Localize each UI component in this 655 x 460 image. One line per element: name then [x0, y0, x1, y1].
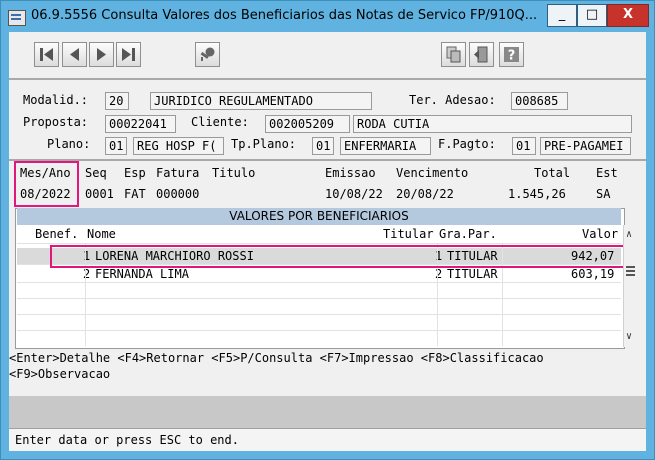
fatura-value: 000000 [156, 187, 200, 201]
valor-column-header[interactable]: Valor [582, 227, 618, 241]
f-pagto-label: F.Pagto: [438, 137, 496, 151]
divider [9, 78, 646, 80]
seq-header: Seq [85, 166, 107, 180]
emissao-value: 10/08/22 [325, 187, 383, 201]
application-window: 06.9.5556 Consulta Valores dos Beneficia… [0, 0, 655, 460]
grid-line [17, 330, 621, 331]
modalid-code-field[interactable]: 20 [105, 92, 129, 110]
total-header: Total [534, 166, 571, 180]
next-record-icon [97, 48, 106, 61]
message-area [9, 396, 646, 428]
previous-record-button[interactable] [62, 42, 87, 67]
function-keys-line-2: <F9>Observacao [9, 367, 111, 381]
svg-text:?: ? [508, 49, 516, 64]
first-record-icon [40, 48, 53, 61]
est-header: Est [596, 166, 618, 180]
exit-button[interactable] [469, 42, 494, 67]
emissao-header: Emissao [325, 166, 376, 180]
main-form: ? Modalid.: 20 JURIDICO REGULAMENTADO Te… [9, 32, 646, 451]
cliente-name-field[interactable]: RODA CUTIA [353, 115, 632, 133]
first-record-button[interactable] [34, 42, 59, 67]
plano-code-field[interactable]: 01 [105, 137, 127, 155]
benef-column-header[interactable]: Benef. [35, 227, 78, 241]
vencimento-value: 20/08/22 [396, 187, 454, 201]
titular-column-header[interactable]: Titular [383, 227, 434, 241]
cliente-label: Cliente: [191, 115, 249, 129]
grid-line [17, 243, 621, 244]
previous-record-icon [70, 48, 79, 61]
tp-plano-label: Tp.Plano: [231, 137, 297, 151]
scrollbar-thumb[interactable] [626, 263, 635, 279]
chevron-down-icon[interactable]: ∨ [626, 331, 632, 342]
selected-row-highlight [50, 245, 627, 268]
help-icon: ? [504, 47, 519, 64]
grid-line [17, 282, 621, 283]
window-title: 06.9.5556 Consulta Valores dos Beneficia… [31, 8, 538, 23]
title-bar[interactable]: 06.9.5556 Consulta Valores dos Beneficia… [1, 1, 654, 33]
tp-plano-code-field[interactable]: 01 [312, 137, 334, 155]
modalid-desc-field[interactable]: JURIDICO REGULAMENTADO [150, 92, 372, 110]
tp-plano-desc-field[interactable]: ENFERMARIA [340, 137, 431, 155]
grid-line [17, 314, 621, 315]
key-icon [200, 47, 215, 61]
grid-line [17, 298, 621, 299]
key-button[interactable] [195, 42, 220, 67]
modalid-label: Modalid.: [23, 93, 89, 107]
grid-title: VALORES POR BENEFICIARIOS [17, 208, 621, 225]
plano-desc-field[interactable]: REG HOSP F( [133, 137, 224, 155]
table-row[interactable]: 2 FERNANDA LIMA 2 TITULAR 603,19 [17, 266, 621, 282]
next-record-button[interactable] [89, 42, 114, 67]
divider [9, 159, 646, 161]
toolbar: ? [9, 32, 646, 78]
function-keys-line-1: <Enter>Detalhe <F4>Retornar <F5>P/Consul… [9, 351, 544, 365]
nome-cell: FERNANDA LIMA [95, 267, 189, 281]
plano-label: Plano: [47, 137, 91, 151]
ter-adesao-label: Ter. Adesao: [409, 93, 496, 107]
last-record-icon [122, 48, 135, 61]
seq-value: 0001 [85, 187, 114, 201]
esp-header: Esp [124, 166, 146, 180]
mes-ano-highlight [14, 161, 79, 207]
nome-column-header[interactable]: Nome [87, 227, 116, 241]
last-record-button[interactable] [116, 42, 141, 67]
titulo-header: Titulo [212, 166, 256, 180]
grau-column-header[interactable]: Gra.Par. [439, 227, 497, 241]
proposta-field[interactable]: 00022041 [105, 115, 176, 133]
copy-icon [446, 46, 461, 63]
fatura-header: Fatura [156, 166, 200, 180]
total-value: 1.545,26 [508, 187, 566, 201]
status-bar: Enter data or press ESC to end. [9, 428, 646, 451]
proposta-label: Proposta: [23, 115, 89, 129]
valor-cell: 603,19 [571, 267, 615, 281]
f-pagto-desc-field[interactable]: PRE-PAGAMEI [540, 137, 631, 155]
est-value: SA [596, 187, 611, 201]
ter-adesao-field[interactable]: 008685 [511, 92, 568, 110]
vencimento-header: Vencimento [396, 166, 469, 180]
exit-door-icon [474, 46, 488, 63]
grid-scrollbar[interactable]: ∧ ∨ [623, 225, 639, 347]
f-pagto-code-field[interactable]: 01 [512, 137, 536, 155]
minimize-button[interactable]: _ [547, 4, 577, 27]
esp-value: FAT [124, 187, 146, 201]
chevron-up-icon[interactable]: ∧ [626, 229, 632, 240]
cliente-code-field[interactable]: 002005209 [265, 115, 350, 133]
copy-button[interactable] [441, 42, 466, 67]
app-icon [8, 10, 26, 26]
grau-cell: TITULAR [447, 267, 498, 281]
help-button[interactable]: ? [499, 42, 524, 67]
close-button[interactable]: X [607, 4, 649, 27]
maximize-button[interactable]: □ [577, 4, 607, 27]
status-text: Enter data or press ESC to end. [15, 433, 239, 447]
